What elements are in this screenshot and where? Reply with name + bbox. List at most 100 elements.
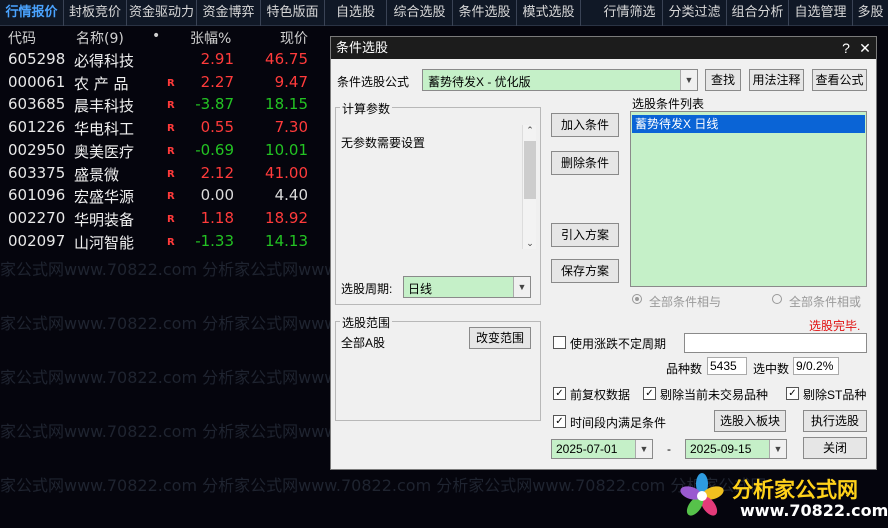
exclude-st-checkbox[interactable]: ✓	[786, 387, 799, 400]
exclude-st-label: 剔除ST品种	[803, 388, 867, 402]
col-change[interactable]: 张幅%	[190, 28, 231, 48]
close-icon[interactable]: ✕	[856, 39, 874, 57]
period-input[interactable]	[684, 333, 867, 353]
tab-combined-pick[interactable]: 综合选股	[387, 0, 453, 26]
range-value: 全部A股	[341, 336, 386, 350]
tab-condition-pick[interactable]: 条件选股	[453, 0, 517, 26]
use-period-checkbox[interactable]	[553, 336, 566, 349]
stock-name: 农 产 品	[74, 74, 129, 93]
col-price[interactable]: 现价	[280, 28, 308, 48]
period-label: 选股周期:	[341, 282, 393, 296]
tab-quotes[interactable]: 行情报价	[0, 0, 64, 26]
table-row[interactable]: 601226 华电科工 R 0.55 7.30	[0, 116, 330, 139]
exclude-nontrade-label: 剔除当前未交易品种	[660, 388, 769, 402]
col-name[interactable]: 名称(9)	[76, 28, 124, 48]
stock-name: 华明装备	[74, 210, 135, 229]
range-group-title: 选股范围	[340, 314, 393, 331]
stock-name: 宏盛华源	[74, 188, 135, 207]
tab-multi-stock[interactable]: 多股	[853, 0, 888, 26]
radio-or-label: 全部条件相或	[789, 295, 862, 309]
col-code[interactable]: 代码	[8, 28, 36, 48]
date-from-picker[interactable]: 2025-07-01 ▼	[551, 439, 653, 459]
table-row[interactable]: 605298 必得科技 2.91 46.75	[0, 48, 330, 71]
import-scheme-button[interactable]: 引入方案	[551, 223, 619, 247]
tab-limit-auction[interactable]: 封板竞价	[64, 0, 127, 26]
change-pct: 0.00	[200, 186, 234, 205]
period-select-value: 日线	[408, 282, 433, 296]
chevron-down-icon[interactable]: ▼	[769, 440, 786, 458]
save-scheme-button[interactable]: 保存方案	[551, 259, 619, 283]
scroll-down-icon[interactable]: ⌄	[523, 238, 537, 249]
prefq-label: 前复权数据	[570, 388, 631, 402]
find-button[interactable]: 查找	[705, 69, 741, 91]
help-icon[interactable]: ?	[837, 39, 855, 57]
tab-capital-drive[interactable]: 资金驱动力	[127, 0, 197, 26]
chevron-down-icon[interactable]: ▼	[680, 70, 697, 90]
run-pick-button[interactable]: 执行选股	[803, 410, 867, 432]
tab-portfolio-analysis[interactable]: 组合分析	[727, 0, 789, 26]
tab-quote-filter[interactable]: 行情筛选	[597, 0, 663, 26]
params-scrollbar[interactable]: ⌃ ⌄	[522, 125, 536, 249]
time-range-label: 时间段内满足条件	[570, 416, 667, 430]
stock-name: 盛景微	[74, 165, 120, 184]
selected-label: 选中数	[753, 362, 790, 376]
stock-name: 华电科工	[74, 120, 135, 139]
view-formula-button[interactable]: 查看公式	[812, 69, 867, 91]
tab-special-layout[interactable]: 特色版面	[261, 0, 325, 26]
radio-and[interactable]	[632, 294, 642, 304]
stock-code: 605298	[8, 50, 66, 68]
tab-pattern-pick[interactable]: 模式选股	[517, 0, 581, 26]
condition-list[interactable]: 蓄势待发X 日线	[630, 111, 867, 287]
to-block-button[interactable]: 选股入板块	[714, 410, 786, 432]
usage-button[interactable]: 用法注释	[749, 69, 804, 91]
scroll-up-icon[interactable]: ⌃	[523, 125, 537, 136]
last-price: 18.15	[265, 95, 308, 114]
chevron-down-icon[interactable]: ▼	[635, 440, 652, 458]
formula-select[interactable]: 蓄势待发X - 优化版 ▼	[422, 69, 698, 91]
function-tab-bar: 行情报价 封板竞价 资金驱动力 资金博弈 特色版面 自选股 综合选股 条件选股 …	[0, 0, 888, 26]
exclude-nontrade-checkbox[interactable]: ✓	[643, 387, 656, 400]
change-range-button[interactable]: 改变范围	[469, 327, 531, 349]
table-row[interactable]: 002097 山河智能 R -1.33 14.13	[0, 230, 330, 253]
site-logo: 分析家公式网 www.70822.com	[676, 470, 888, 526]
change-pct: 2.12	[200, 163, 234, 182]
col-dot: •	[152, 28, 161, 44]
date-to-value: 2025-09-15	[690, 442, 752, 456]
tab-capital-game[interactable]: 资金博弈	[197, 0, 261, 26]
table-row[interactable]: 603375 盛景微 R 2.12 41.00	[0, 162, 330, 185]
date-separator: -	[667, 442, 671, 456]
condition-list-item[interactable]: 蓄势待发X 日线	[632, 115, 865, 133]
table-row[interactable]: 603685 晨丰科技 R -3.87 18.15	[0, 93, 330, 116]
radio-or[interactable]	[772, 294, 782, 304]
status-text: 选股完毕.	[809, 319, 861, 333]
tab-category-filter[interactable]: 分类过滤	[663, 0, 727, 26]
last-price: 9.47	[274, 72, 308, 91]
last-price: 46.75	[265, 50, 308, 68]
margin-flag: R	[167, 213, 175, 225]
period-select[interactable]: 日线 ▼	[403, 276, 531, 298]
table-row[interactable]: 002270 华明装备 R 1.18 18.92	[0, 207, 330, 230]
last-price: 10.01	[265, 140, 308, 159]
table-row[interactable]: 601096 宏盛华源 R 0.00 4.40	[0, 184, 330, 207]
tab-watchlist[interactable]: 自选股	[325, 0, 387, 26]
time-range-checkbox[interactable]: ✓	[553, 415, 566, 428]
stock-code: 603685	[8, 95, 66, 114]
table-row[interactable]: 000061 农 产 品 R 2.27 9.47	[0, 71, 330, 94]
delete-condition-button[interactable]: 删除条件	[551, 151, 619, 175]
stock-code: 002097	[8, 231, 66, 250]
prefq-checkbox[interactable]: ✓	[553, 387, 566, 400]
add-condition-button[interactable]: 加入条件	[551, 113, 619, 137]
close-button[interactable]: 关闭	[803, 437, 867, 459]
count-label: 品种数	[666, 362, 703, 376]
logo-brand: 分析家公式网	[732, 478, 858, 502]
stock-code: 601226	[8, 118, 66, 137]
tab-watchlist-manage[interactable]: 自选管理	[789, 0, 853, 26]
table-row[interactable]: 002950 奥美医疗 R -0.69 10.01	[0, 139, 330, 162]
stock-code: 002950	[8, 140, 66, 159]
dialog-title-bar[interactable]: 条件选股 ? ✕	[331, 37, 876, 59]
watermark-text: 家公式网www.70822.com 分析家公式网www.70822.com 分析…	[0, 476, 767, 495]
date-to-picker[interactable]: 2025-09-15 ▼	[685, 439, 787, 459]
scrollbar-thumb[interactable]	[524, 141, 536, 199]
chevron-down-icon[interactable]: ▼	[513, 277, 530, 297]
selected-value: 9/0.2%	[793, 357, 839, 375]
